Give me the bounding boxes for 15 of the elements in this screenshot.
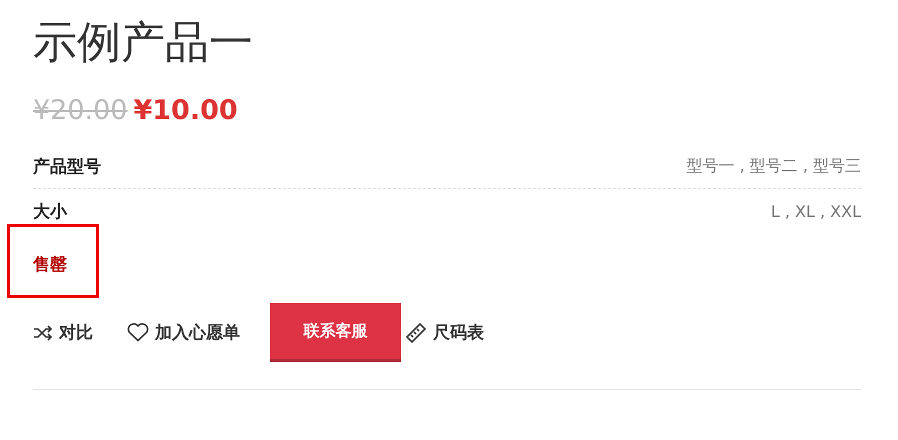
contact-button[interactable]: 联系客服 [270, 303, 401, 362]
attribute-value: 型号一 , 型号二 , 型号三 [686, 156, 861, 177]
ruler-icon [405, 322, 427, 344]
product-title: 示例产品一 [33, 16, 254, 70]
attribute-value: L , XL , XXL [770, 202, 861, 221]
shuffle-icon [33, 324, 53, 341]
attribute-label: 大小 [33, 200, 67, 223]
compare-link[interactable]: 对比 [33, 321, 93, 344]
wishlist-link[interactable]: 加入心愿单 [127, 321, 240, 344]
attribute-label: 产品型号 [33, 156, 101, 178]
sale-price: ¥10.00 [133, 95, 238, 126]
stock-status: 售罄 [33, 254, 67, 276]
old-price: ¥20.00 [33, 95, 128, 126]
size-guide-link[interactable]: 尺码表 [405, 321, 484, 344]
heart-icon [127, 323, 149, 342]
